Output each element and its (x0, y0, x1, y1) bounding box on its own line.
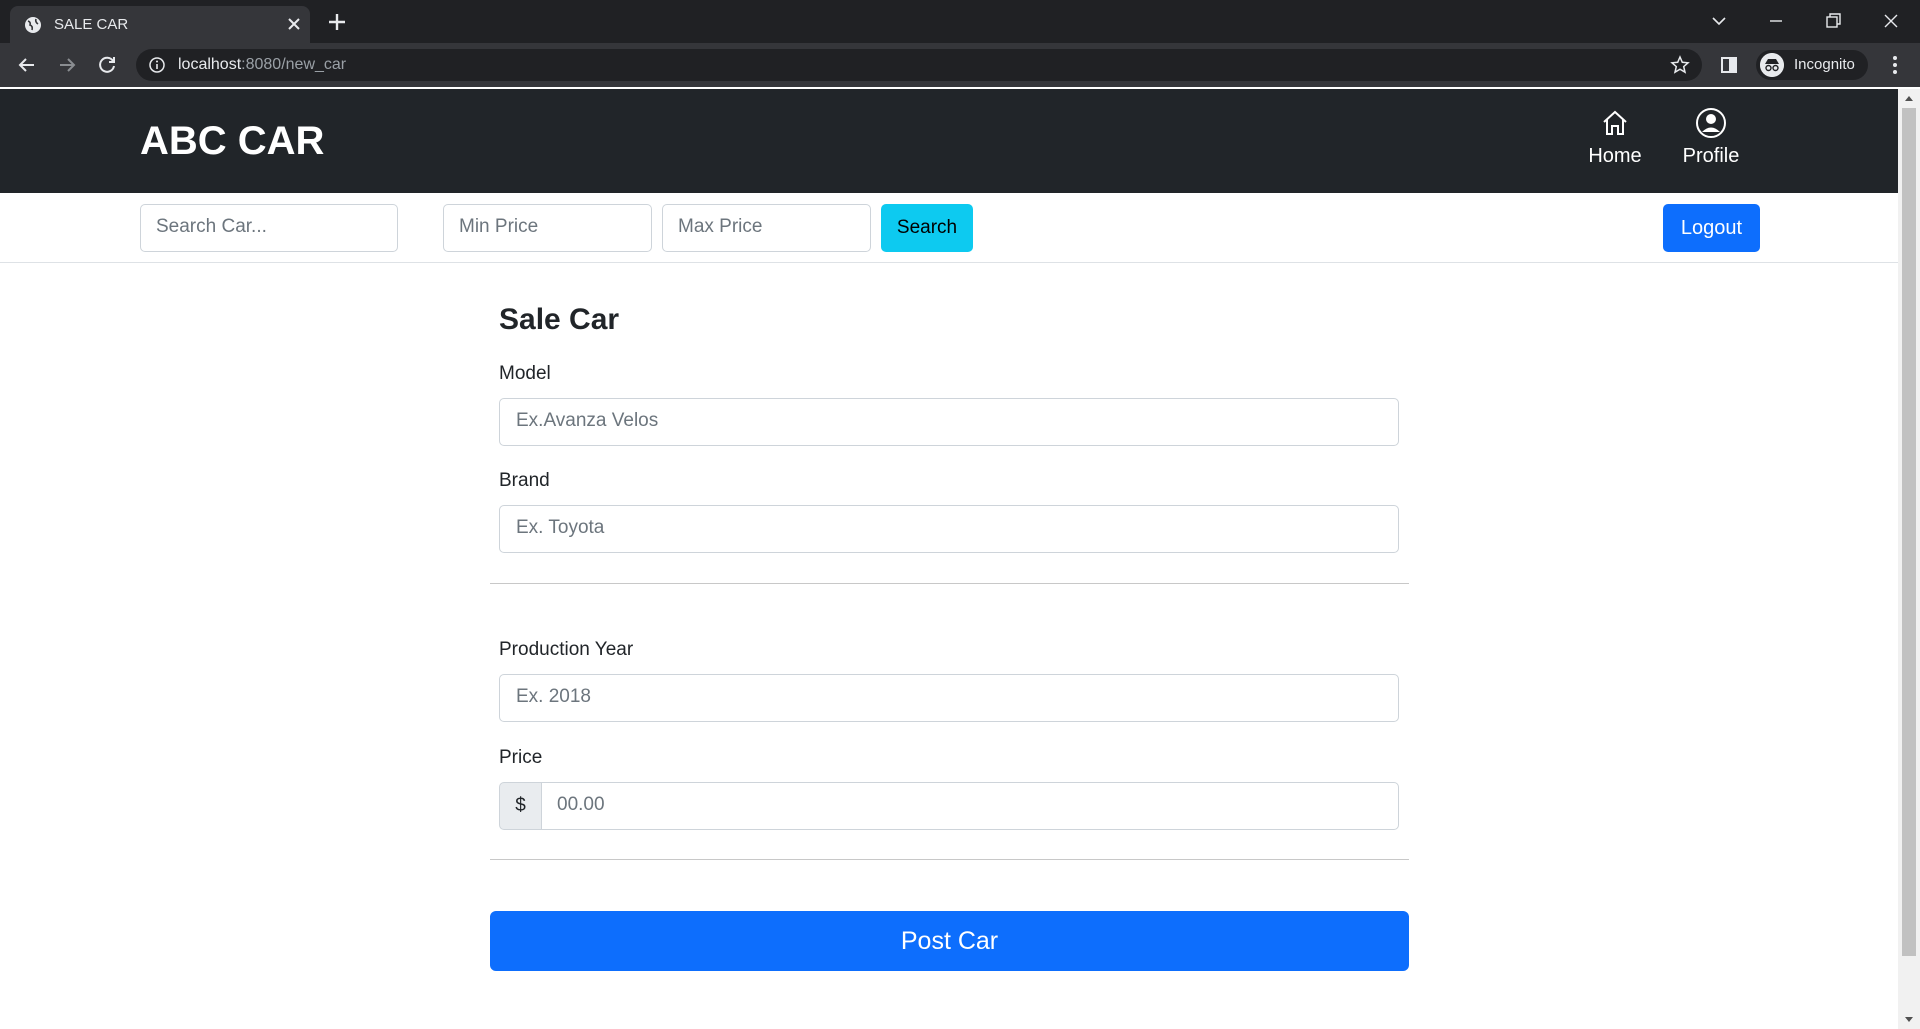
currency-addon: $ (499, 782, 542, 830)
site-info-icon[interactable] (148, 56, 166, 74)
nav-home-label: Home (1588, 145, 1642, 167)
reload-icon[interactable] (94, 52, 120, 78)
url-path: :8080/new_car (241, 56, 347, 73)
max-price-input[interactable]: Max Price (662, 204, 871, 252)
side-panel-icon[interactable] (1716, 52, 1742, 78)
scrollbar-thumb[interactable] (1902, 108, 1916, 956)
nav-home[interactable]: Home (1570, 107, 1660, 177)
scroll-down-arrow-icon[interactable] (1903, 1015, 1915, 1025)
brand-label: Brand (499, 470, 550, 491)
incognito-label: Incognito (1794, 56, 1855, 73)
scroll-up-arrow-icon[interactable] (1903, 93, 1915, 103)
browser-tabbar: SALE CAR (0, 0, 1920, 43)
form-title: Sale Car (499, 303, 620, 336)
browser-toolbar: localhost:8080/new_car Incognito (0, 43, 1920, 87)
min-price-input[interactable]: Min Price (443, 204, 652, 252)
back-icon[interactable] (14, 52, 40, 78)
nav-profile[interactable]: Profile (1666, 107, 1756, 177)
logout-button[interactable]: Logout (1663, 204, 1760, 252)
search-button[interactable]: Search (881, 204, 973, 252)
price-input[interactable]: 00.00 (541, 782, 1399, 830)
search-car-input[interactable]: Search Car... (140, 204, 398, 252)
url-host: localhost (178, 56, 242, 73)
address-bar[interactable]: localhost:8080/new_car (136, 49, 1702, 81)
minimize-icon[interactable] (1761, 6, 1791, 36)
filter-bar: Search Car... Min Price Max Price Search… (0, 193, 1898, 263)
forward-icon[interactable] (54, 52, 80, 78)
tab-search-chevron-icon[interactable] (1704, 6, 1734, 36)
nav-profile-label: Profile (1682, 145, 1740, 167)
incognito-profile[interactable]: Incognito (1756, 50, 1868, 80)
bookmark-star-icon[interactable] (1670, 55, 1690, 75)
model-label: Model (499, 363, 551, 384)
incognito-icon (1760, 53, 1784, 77)
brand-input[interactable]: Ex. Toyota (499, 505, 1399, 553)
close-tab-icon[interactable] (284, 14, 304, 34)
production-year-label: Production Year (499, 639, 634, 660)
divider (490, 583, 1409, 584)
page-content: ABC CAR Home Profile Search Car... Min P… (0, 89, 1898, 1029)
close-window-icon[interactable] (1876, 6, 1906, 36)
model-input[interactable]: Ex.Avanza Velos (499, 398, 1399, 446)
browser-tab[interactable]: SALE CAR (10, 6, 310, 43)
post-car-button[interactable]: Post Car (490, 911, 1409, 971)
user-circle-icon (1696, 108, 1726, 138)
new-tab-icon[interactable] (325, 10, 349, 34)
site-navbar: ABC CAR Home Profile (0, 89, 1898, 193)
url-text: localhost:8080/new_car (178, 56, 346, 74)
tab-title: SALE CAR (54, 16, 129, 33)
brand-logo[interactable]: ABC CAR (140, 119, 324, 164)
menu-kebab-icon[interactable] (1882, 52, 1908, 78)
divider (490, 859, 1409, 860)
home-icon (1603, 110, 1627, 135)
globe-icon (25, 17, 41, 33)
restore-icon[interactable] (1818, 6, 1848, 36)
production-year-input[interactable]: Ex. 2018 (499, 674, 1399, 722)
price-label: Price (499, 747, 543, 768)
